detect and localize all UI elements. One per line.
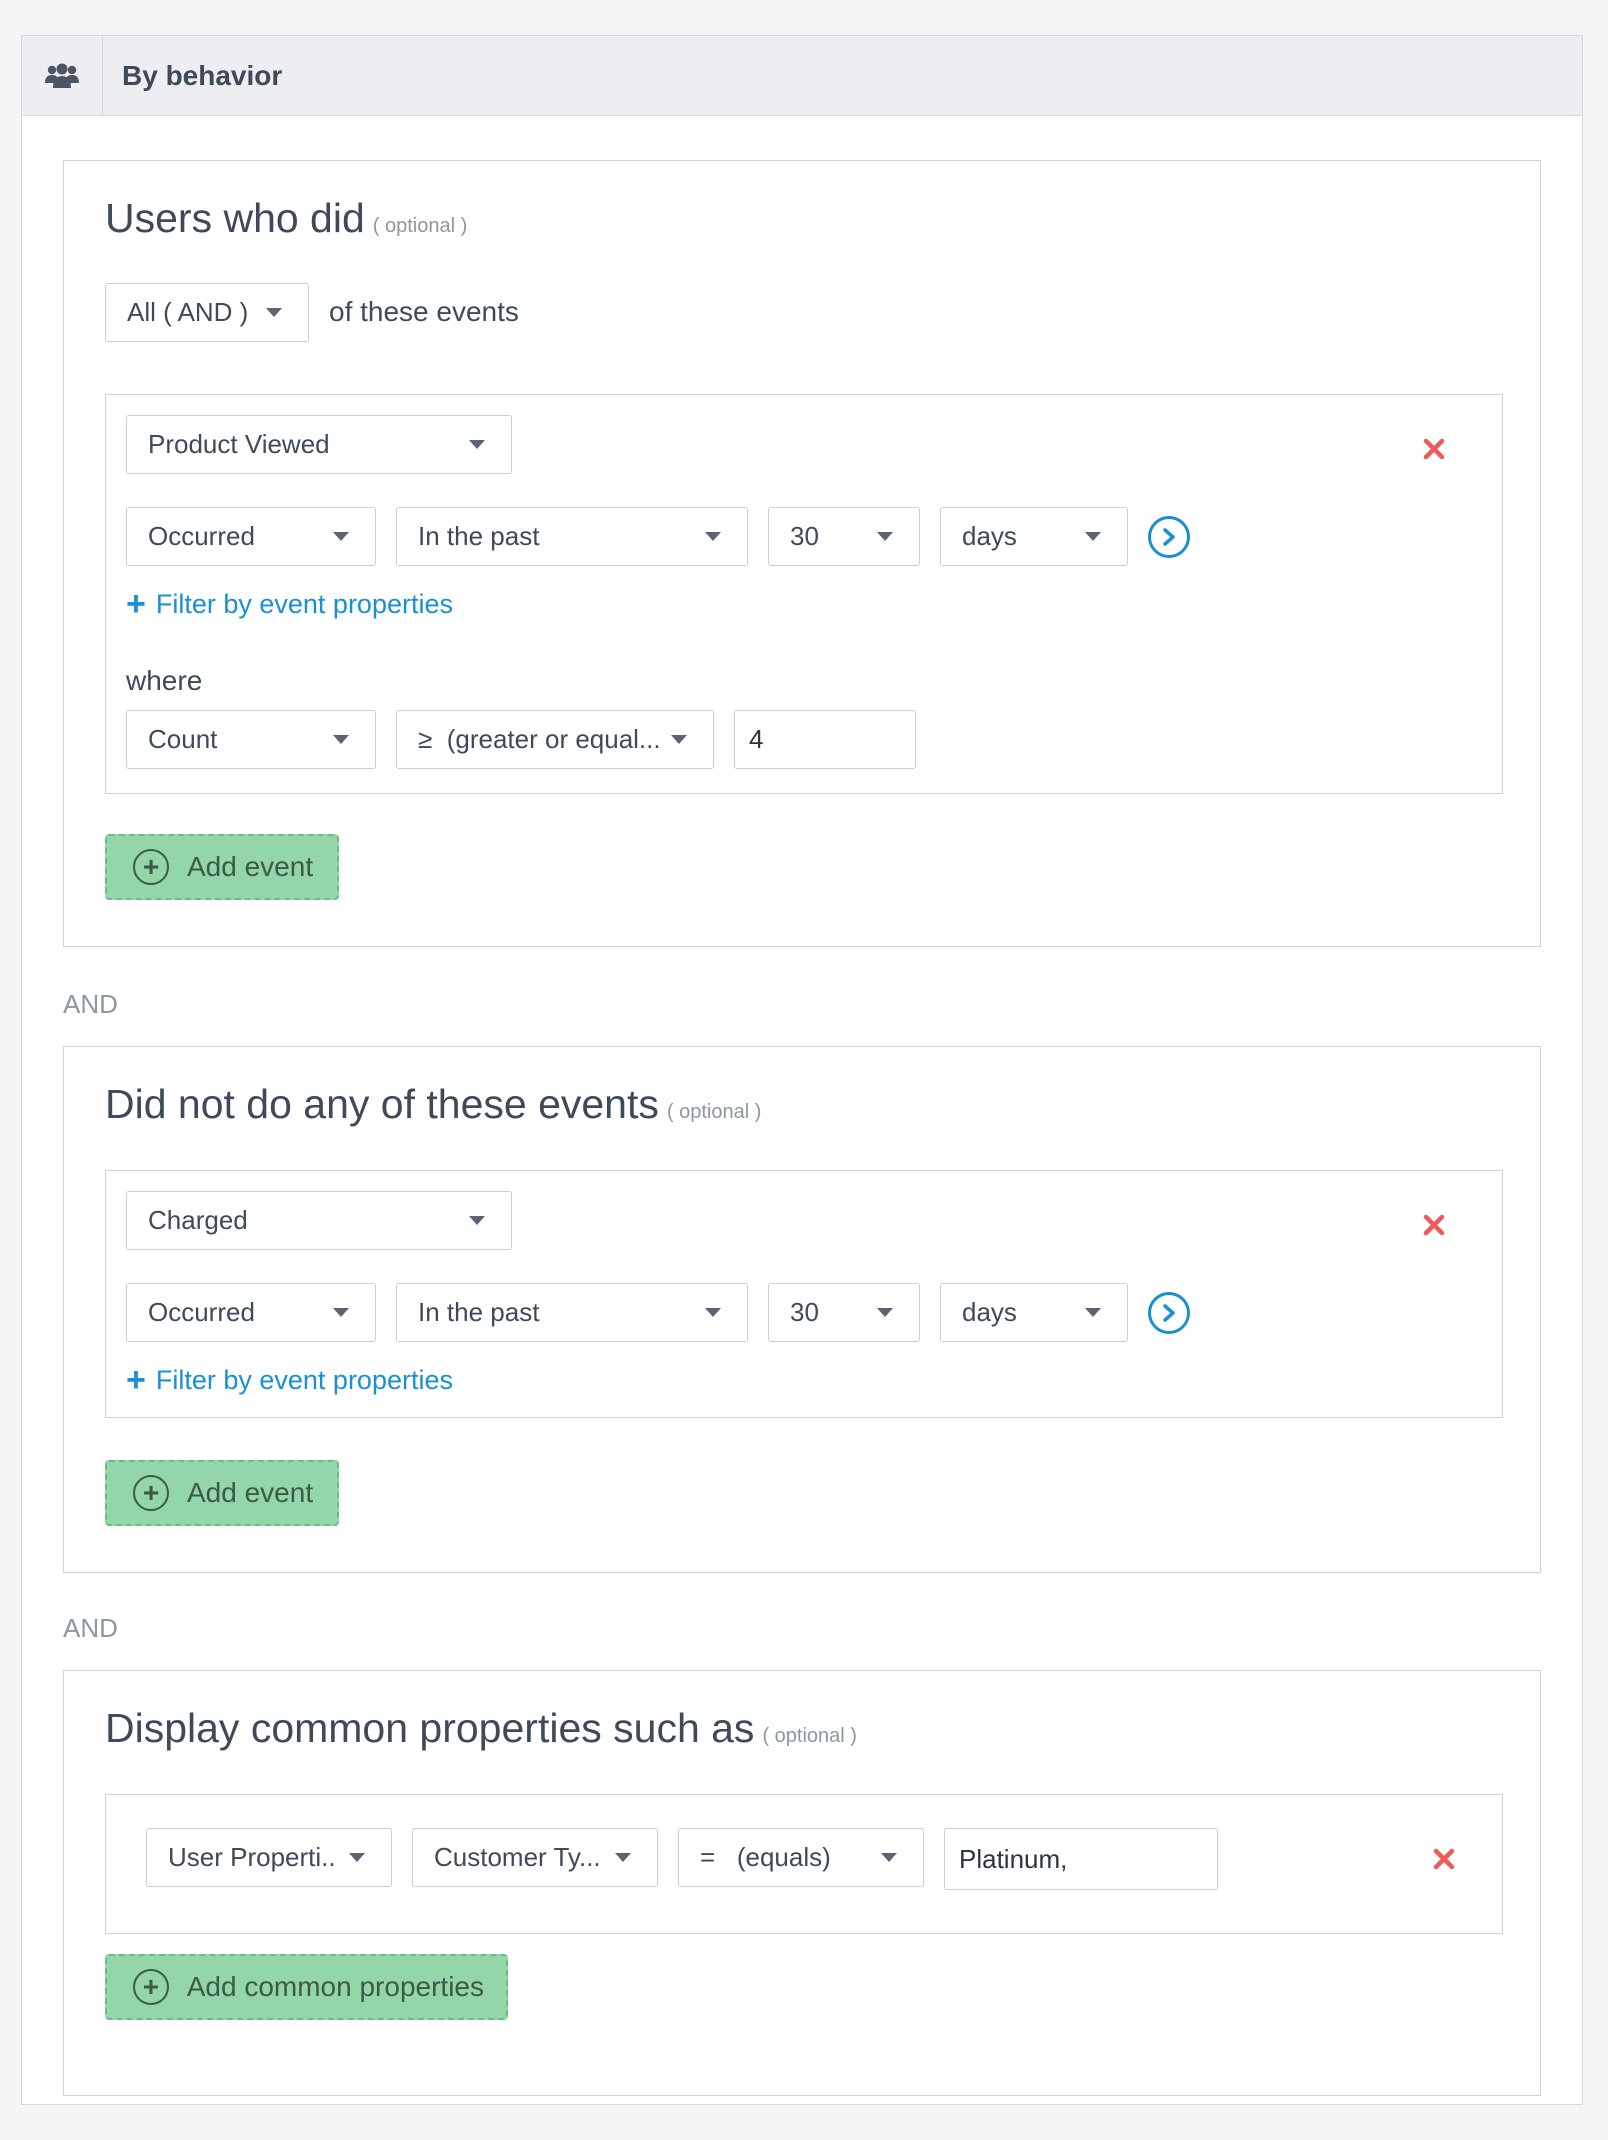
did-not-do-section: Did not do any of these events( optional…: [63, 1046, 1541, 1573]
amount-select[interactable]: 30: [768, 1283, 920, 1342]
chevron-down-icon: [705, 1308, 721, 1317]
property-value-input[interactable]: Platinum,: [944, 1828, 1218, 1890]
common-properties-section: Display common properties such as( optio…: [63, 1670, 1541, 2096]
unit-select[interactable]: days: [940, 1283, 1128, 1342]
chevron-down-icon: [671, 735, 687, 744]
property-field-select[interactable]: Customer Ty...: [412, 1828, 658, 1887]
and-separator: AND: [63, 989, 118, 1019]
where-value-input[interactable]: 4: [734, 710, 916, 769]
chevron-down-icon: [877, 532, 893, 541]
remove-event-button[interactable]: [1418, 433, 1450, 465]
chevron-down-icon: [333, 735, 349, 744]
close-icon: [1433, 1848, 1455, 1870]
occurrence-select[interactable]: Occurred: [126, 507, 376, 566]
close-icon: [1423, 438, 1445, 460]
chevron-right-icon: [1163, 528, 1175, 546]
property-source-select[interactable]: User Properti...: [146, 1828, 392, 1887]
match-mode-select[interactable]: All ( AND ): [105, 283, 309, 342]
filter-by-event-properties-link[interactable]: + Filter by event properties: [126, 1363, 453, 1397]
header-icon-cell: [22, 36, 103, 116]
optional-label: ( optional ): [666, 1101, 762, 1123]
chevron-down-icon: [333, 1308, 349, 1317]
plus-circle-icon: +: [133, 1969, 169, 2005]
add-common-properties-button[interactable]: + Add common properties: [105, 1954, 508, 2020]
close-icon: [1423, 1214, 1445, 1236]
chevron-right-icon: [1163, 1304, 1175, 1322]
occurrence-select[interactable]: Occurred: [126, 1283, 376, 1342]
section-title: Users who did( optional ): [105, 195, 468, 241]
unit-select[interactable]: days: [940, 507, 1128, 566]
chevron-down-icon: [469, 440, 485, 449]
time-range-select[interactable]: In the past: [396, 1283, 748, 1342]
event-select[interactable]: Charged: [126, 1191, 512, 1250]
remove-event-button[interactable]: [1418, 1209, 1450, 1241]
plus-circle-icon: +: [133, 1475, 169, 1511]
section-title: Did not do any of these events( optional…: [105, 1081, 762, 1127]
property-operator-select[interactable]: = (equals): [678, 1828, 924, 1887]
event-rule-box: Charged Occurred In the past 30 days + Fi…: [105, 1170, 1503, 1418]
plus-icon: +: [126, 585, 146, 623]
remove-property-button[interactable]: [1428, 1843, 1460, 1875]
chevron-down-icon: [877, 1308, 893, 1317]
chevron-down-icon: [469, 1216, 485, 1225]
apply-button[interactable]: [1148, 1292, 1190, 1334]
chevron-down-icon: [615, 1853, 631, 1862]
apply-button[interactable]: [1148, 516, 1190, 558]
filter-by-event-properties-link[interactable]: + Filter by event properties: [126, 587, 453, 621]
plus-circle-icon: +: [133, 849, 169, 885]
add-event-button[interactable]: + Add event: [105, 1460, 339, 1526]
event-rule-box: Product Viewed Occurred In the past 30 d…: [105, 394, 1503, 794]
users-icon: [45, 63, 79, 88]
chevron-down-icon: [881, 1853, 897, 1862]
property-rule-box: User Properti... Customer Ty... = (equal…: [105, 1794, 1503, 1934]
event-select[interactable]: Product Viewed: [126, 415, 512, 474]
chevron-down-icon: [333, 532, 349, 541]
chevron-down-icon: [349, 1853, 365, 1862]
where-operator-select[interactable]: ≥ (greater or equal...: [396, 710, 714, 769]
where-label: where: [126, 665, 203, 696]
chevron-down-icon: [705, 532, 721, 541]
optional-label: ( optional ): [762, 1725, 857, 1747]
time-range-select[interactable]: In the past: [396, 507, 748, 566]
optional-label: ( optional ): [372, 215, 468, 237]
chevron-down-icon: [1085, 532, 1101, 541]
add-event-button[interactable]: + Add event: [105, 834, 339, 900]
and-separator: AND: [63, 1613, 118, 1643]
by-behavior-panel: By behavior Users who did( optional ) Al…: [21, 35, 1583, 2105]
panel-title: By behavior: [122, 60, 283, 91]
where-field-select[interactable]: Count: [126, 710, 376, 769]
users-who-did-section: Users who did( optional ) All ( AND ) of…: [63, 160, 1541, 947]
section-title: Display common properties such as( optio…: [105, 1705, 857, 1751]
amount-select[interactable]: 30: [768, 507, 920, 566]
panel-header: By behavior: [22, 36, 1582, 116]
plus-icon: +: [126, 1361, 146, 1399]
chevron-down-icon: [266, 308, 282, 317]
chevron-down-icon: [1085, 1308, 1101, 1317]
match-suffix-label: of these events: [329, 296, 519, 327]
